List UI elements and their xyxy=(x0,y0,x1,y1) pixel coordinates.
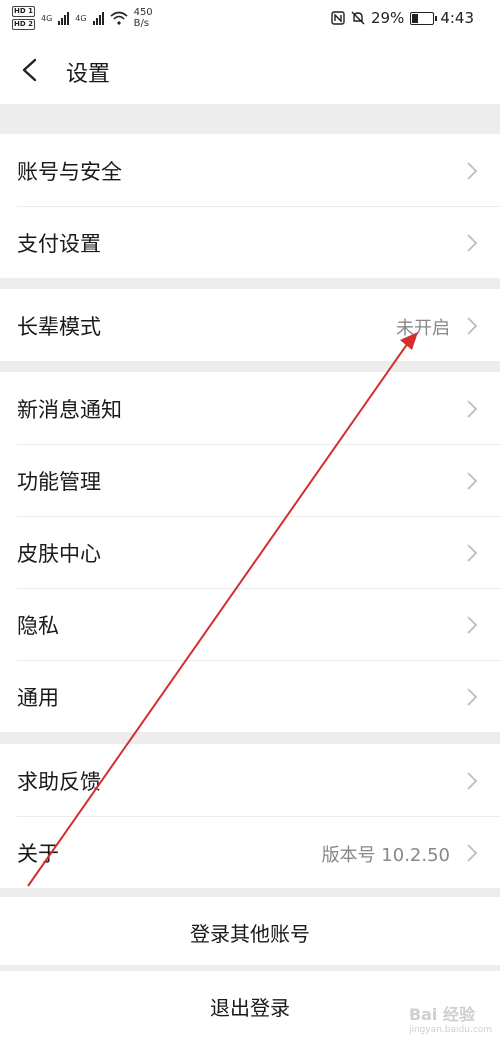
settings-group-elder: 长辈模式 未开启 xyxy=(0,289,500,361)
network-type: 4G xyxy=(40,13,53,23)
settings-row-account-security[interactable]: 账号与安全 xyxy=(0,134,500,206)
settings-group-account: 账号与安全 支付设置 xyxy=(0,134,500,278)
settings-row-payment[interactable]: 支付设置 xyxy=(0,206,500,278)
battery-percent: 29% xyxy=(370,9,405,27)
status-bar: HD 1 HD 2 4G 4G 450 B/s 29% 4:43 xyxy=(0,0,500,38)
mute-bell-icon xyxy=(351,11,365,25)
row-label: 长辈模式 xyxy=(17,315,101,339)
row-label: 功能管理 xyxy=(17,470,101,494)
page-header: 设置 xyxy=(0,38,500,104)
nfc-icon xyxy=(331,11,345,25)
chevron-right-icon xyxy=(467,688,478,706)
chevron-right-icon xyxy=(467,844,478,862)
row-label: 求助反馈 xyxy=(17,770,101,794)
battery-icon xyxy=(410,11,438,25)
network-type: 4G xyxy=(75,13,87,23)
settings-row-notifications[interactable]: 新消息通知 xyxy=(0,372,500,444)
hd-icon: HD 1 xyxy=(12,6,35,17)
chevron-right-icon xyxy=(467,400,478,418)
settings-row-about[interactable]: 关于 版本号 10.2.50 xyxy=(0,816,500,888)
settings-row-privacy[interactable]: 隐私 xyxy=(0,588,500,660)
logout-label: 退出登录 xyxy=(210,996,290,1020)
row-label: 账号与安全 xyxy=(17,160,122,184)
watermark-text: Bai 经验 xyxy=(408,1005,475,1024)
settings-group-general: 新消息通知 功能管理 皮肤中心 隐私 通用 xyxy=(0,372,500,732)
signal-icon xyxy=(58,11,70,25)
row-label: 支付设置 xyxy=(17,232,101,256)
wifi-icon xyxy=(110,11,128,25)
page-title: 设置 xyxy=(66,62,111,87)
clock: 4:43 xyxy=(440,9,474,27)
hd-indicators: HD 1 HD 2 xyxy=(12,6,35,30)
chevron-right-icon xyxy=(467,772,478,790)
status-left: HD 1 HD 2 4G 4G 450 B/s xyxy=(12,6,153,30)
chevron-right-icon xyxy=(467,234,478,252)
chevron-right-icon xyxy=(467,616,478,634)
row-label: 关于 xyxy=(17,842,59,866)
settings-row-general[interactable]: 通用 xyxy=(0,660,500,732)
row-label: 隐私 xyxy=(17,614,59,638)
baidu-watermark: Bai 经验 jingyan.baidu.com xyxy=(409,1001,492,1035)
chevron-right-icon xyxy=(467,472,478,490)
switch-account-label: 登录其他账号 xyxy=(190,922,310,946)
settings-row-skins[interactable]: 皮肤中心 xyxy=(0,516,500,588)
chevron-right-icon xyxy=(467,317,478,335)
network-speed: 450 B/s xyxy=(133,7,153,29)
watermark-url: jingyan.baidu.com xyxy=(408,1025,492,1035)
row-label: 皮肤中心 xyxy=(17,542,101,566)
hd-icon: HD 2 xyxy=(12,19,35,30)
row-label: 通用 xyxy=(17,686,59,710)
signal-icon xyxy=(92,11,104,25)
settings-row-elder-mode[interactable]: 长辈模式 未开启 xyxy=(0,289,500,361)
row-label: 新消息通知 xyxy=(17,398,122,422)
row-value: 未开启 xyxy=(396,318,450,339)
battery-level xyxy=(412,13,418,23)
settings-group-help: 求助反馈 关于 版本号 10.2.50 xyxy=(0,744,500,888)
chevron-right-icon xyxy=(467,162,478,180)
switch-account-button[interactable]: 登录其他账号 xyxy=(0,897,500,965)
chevron-right-icon xyxy=(467,544,478,562)
row-value: 版本号 10.2.50 xyxy=(321,845,450,866)
settings-row-features[interactable]: 功能管理 xyxy=(0,444,500,516)
status-right: 29% 4:43 xyxy=(331,9,474,27)
settings-row-feedback[interactable]: 求助反馈 xyxy=(0,744,500,816)
back-arrow-icon[interactable] xyxy=(20,58,40,82)
